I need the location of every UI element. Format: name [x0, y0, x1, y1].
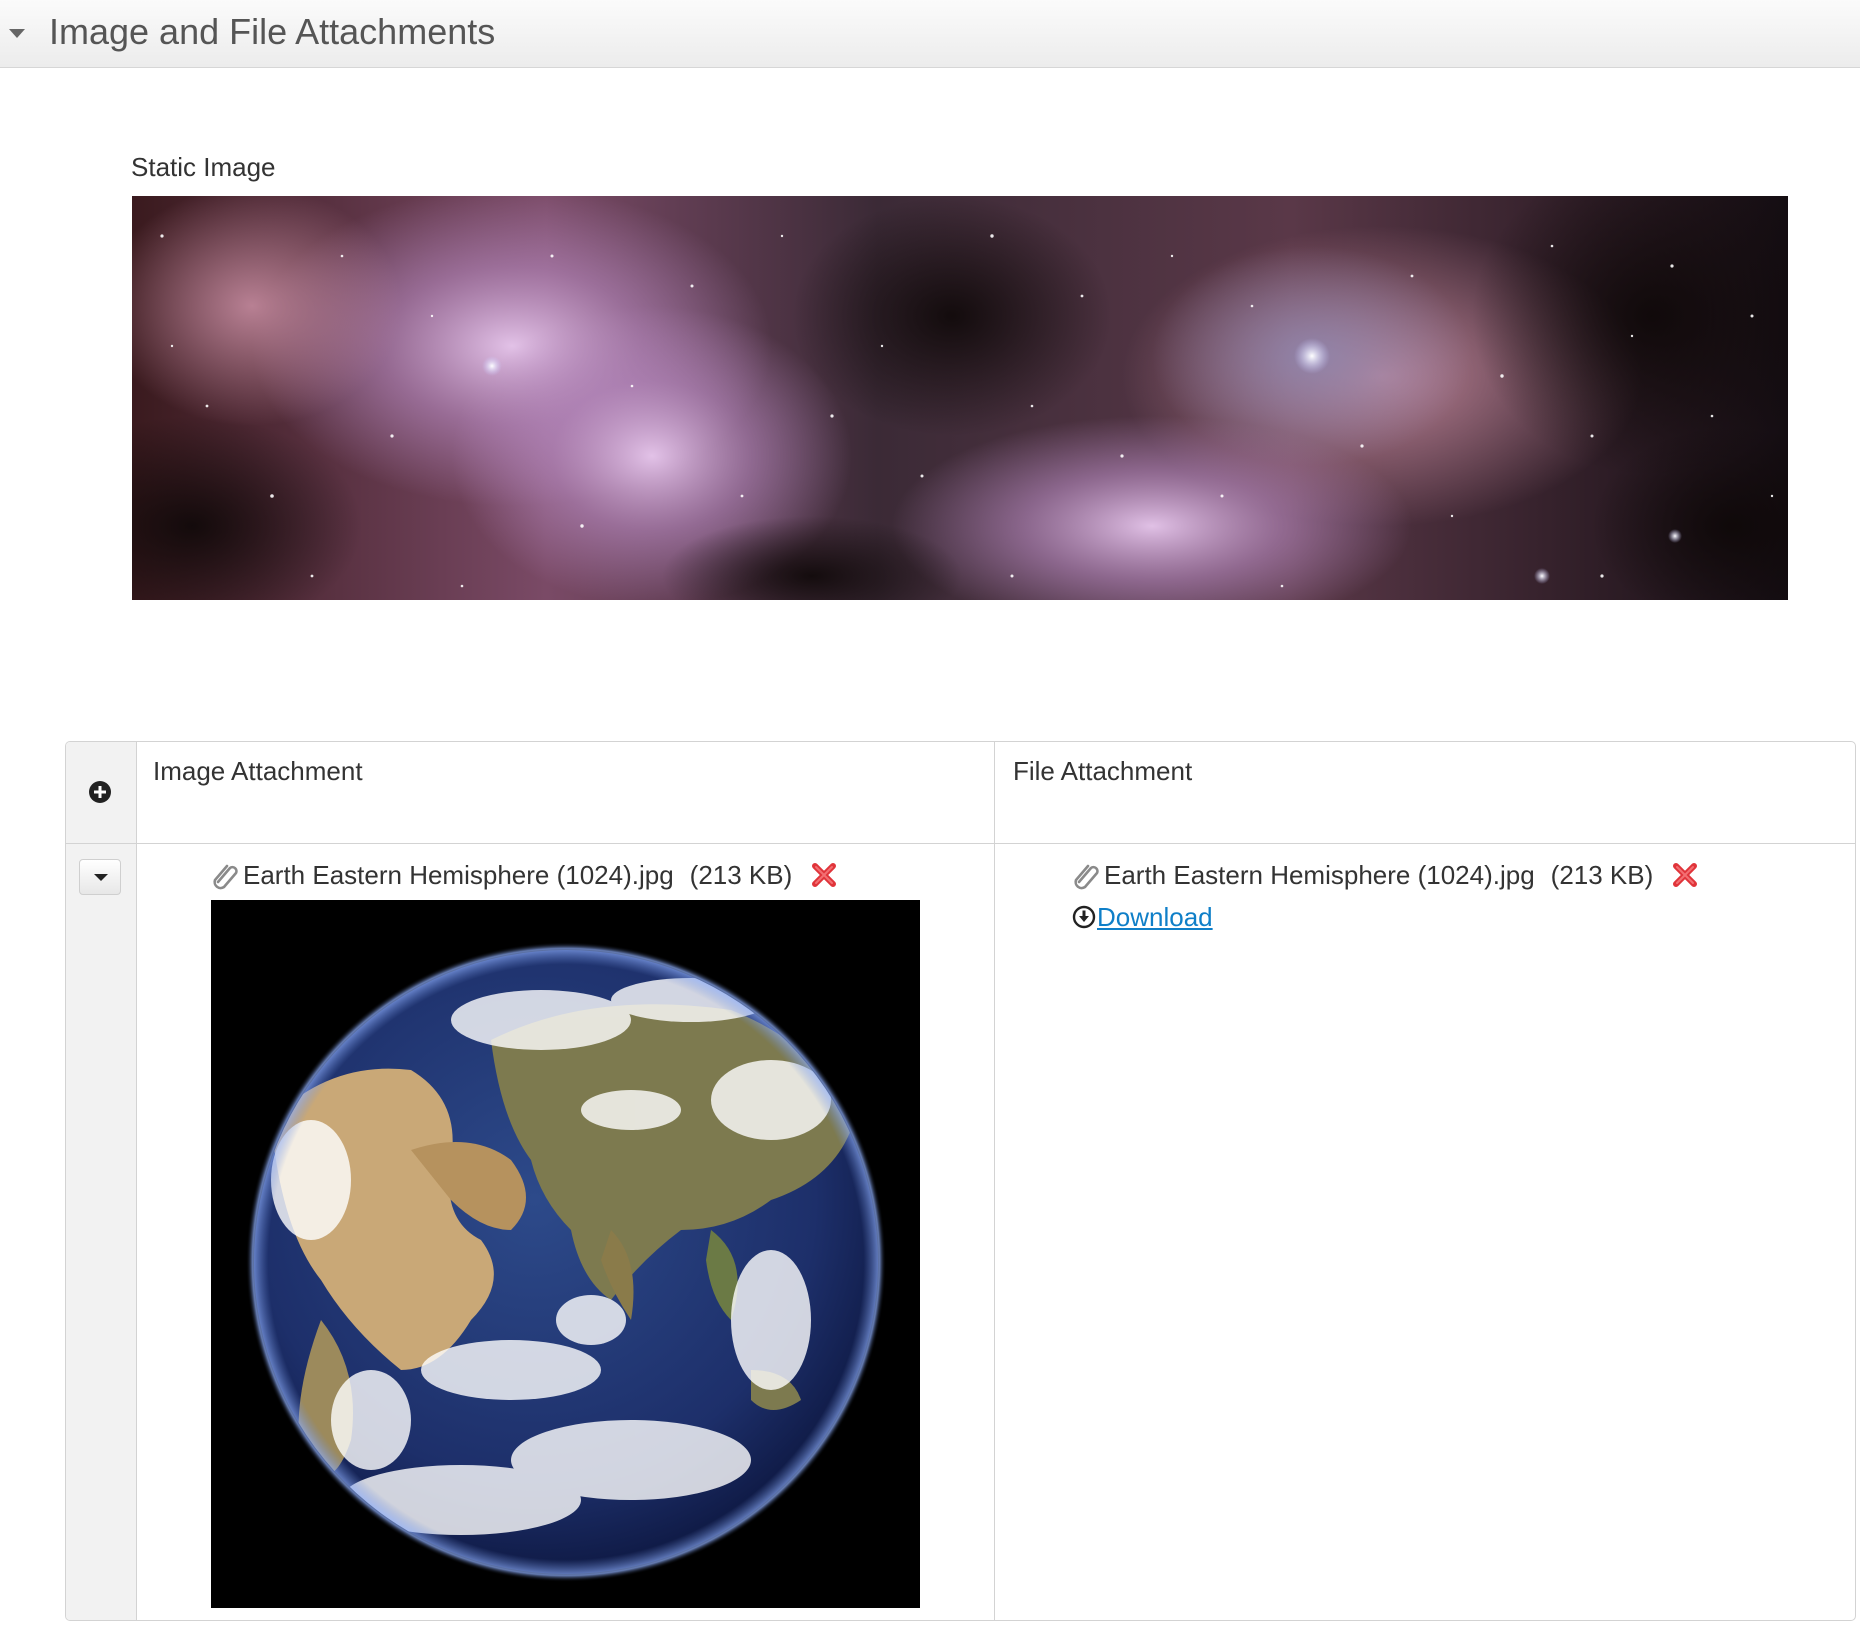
section-title: Image and File Attachments	[49, 11, 496, 52]
file-attachment-file-size: (213 KB)	[1550, 860, 1654, 890]
nebula-photo	[132, 196, 1788, 600]
paperclip-icon	[213, 864, 238, 890]
file-attachment-file-name[interactable]: Earth Eastern Hemisphere (1024).jpg	[1104, 858, 1535, 892]
image-attachment-file: Earth Eastern Hemisphere (1024).jpg (213…	[211, 858, 838, 892]
attachments-grid: Image Attachment File Attachment Earth E…	[65, 741, 1856, 1621]
image-attachment-file-name[interactable]: Earth Eastern Hemisphere (1024).jpg	[243, 858, 674, 892]
paperclip-icon	[1074, 864, 1099, 890]
download-control[interactable]: Download	[1072, 901, 1213, 933]
red-x-icon[interactable]	[1671, 861, 1699, 889]
download-link[interactable]: Download	[1097, 901, 1213, 933]
image-attachment-file-size: (213 KB)	[689, 860, 793, 890]
static-image	[132, 196, 1788, 600]
plus-circle-icon[interactable]	[88, 780, 112, 804]
column-divider	[994, 742, 995, 1620]
column-header-file-attachment: File Attachment	[1013, 756, 1193, 786]
static-image-label: Static Image	[131, 152, 276, 182]
file-attachment-file: Earth Eastern Hemisphere (1024).jpg (213…	[1072, 858, 1699, 892]
header-divider	[66, 843, 1855, 844]
row-menu-button[interactable]	[79, 859, 121, 895]
caret-down-icon	[94, 874, 108, 881]
red-x-icon[interactable]	[810, 861, 838, 889]
earth-photo	[211, 900, 920, 1608]
download-circle-icon[interactable]	[1072, 905, 1096, 929]
section-header[interactable]: Image and File Attachments	[0, 0, 1860, 68]
column-header-image-attachment: Image Attachment	[153, 756, 363, 786]
earth-image-preview	[211, 900, 920, 1608]
caret-down-icon[interactable]	[9, 29, 25, 38]
